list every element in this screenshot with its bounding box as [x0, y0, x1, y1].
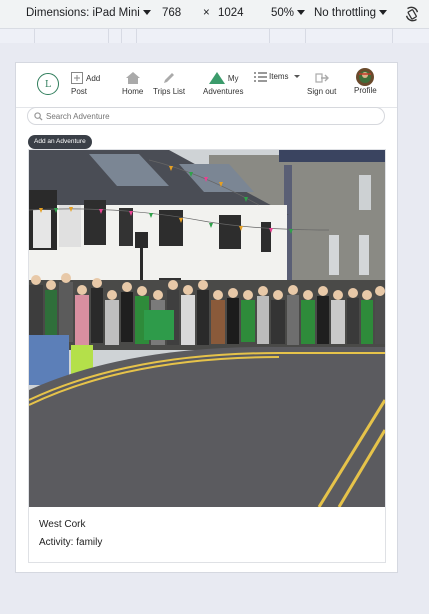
device-viewport: L Add Post Home Trips List My Adventures… [15, 62, 398, 573]
throttling-label: No throttling [314, 7, 377, 19]
search-input[interactable] [46, 110, 366, 122]
pencil-icon [164, 73, 175, 83]
nav-my-label: My [227, 73, 239, 83]
device-ruler [0, 29, 429, 43]
search-icon [34, 112, 43, 121]
height-field[interactable]: 1024 [218, 7, 244, 19]
adventure-photo[interactable] [29, 150, 385, 507]
plus-square-icon [71, 72, 83, 84]
width-field[interactable]: 768 [162, 7, 181, 19]
nav-items-dropdown[interactable]: Items [254, 71, 300, 82]
search-bar [27, 107, 385, 125]
card-title: West Cork [39, 519, 86, 530]
nav-adventures-label: Adventures [203, 87, 244, 96]
nav-my-adventures[interactable]: My Adventures [203, 71, 243, 96]
nav-add-post[interactable]: Add Post [71, 71, 100, 96]
chevron-down-icon [297, 10, 306, 16]
times-sign: × [203, 7, 210, 19]
logo[interactable]: L [37, 73, 59, 95]
nav-add-label: Add [86, 73, 101, 83]
rotate-icon[interactable] [403, 5, 421, 23]
zoom-label: 50% [271, 7, 295, 19]
navbar: L Add Post Home Trips List My Adventures… [16, 63, 397, 108]
nav-trips-label: Trips List [153, 87, 186, 96]
chevron-down-icon [379, 10, 388, 16]
home-icon [125, 72, 140, 84]
nav-post-label: Post [71, 87, 88, 96]
nav-home[interactable]: Home [122, 71, 143, 96]
chevron-down-icon [142, 10, 151, 16]
nav-profile-label: Profile [354, 86, 377, 95]
nav-home-label: Home [122, 87, 144, 96]
card-activity: Activity: family [39, 537, 103, 548]
device-select[interactable]: Dimensions: iPad Mini [26, 7, 151, 19]
mountain-icon [208, 72, 225, 84]
list-icon [254, 72, 267, 82]
nav-sign-out[interactable]: Sign out [307, 71, 336, 96]
zoom-select[interactable]: 50% [271, 7, 306, 19]
nav-signout-label: Sign out [307, 87, 337, 96]
sign-out-icon [315, 73, 329, 83]
chevron-down-icon [293, 75, 300, 78]
devtools-toolbar: Dimensions: iPad Mini 768 × 1024 50% No … [0, 0, 429, 29]
adventure-card[interactable]: West Cork Activity: family [28, 149, 386, 563]
nav-trips-list[interactable]: Trips List [153, 71, 185, 96]
add-adventure-button[interactable]: Add an Adventure [28, 135, 92, 149]
street-parade-image [29, 150, 385, 507]
nav-profile[interactable]: Profile [354, 68, 377, 95]
device-select-label: Dimensions: iPad Mini [26, 7, 140, 19]
avatar [356, 68, 375, 86]
throttling-select[interactable]: No throttling [314, 7, 388, 19]
nav-items-label: Items [269, 72, 289, 81]
